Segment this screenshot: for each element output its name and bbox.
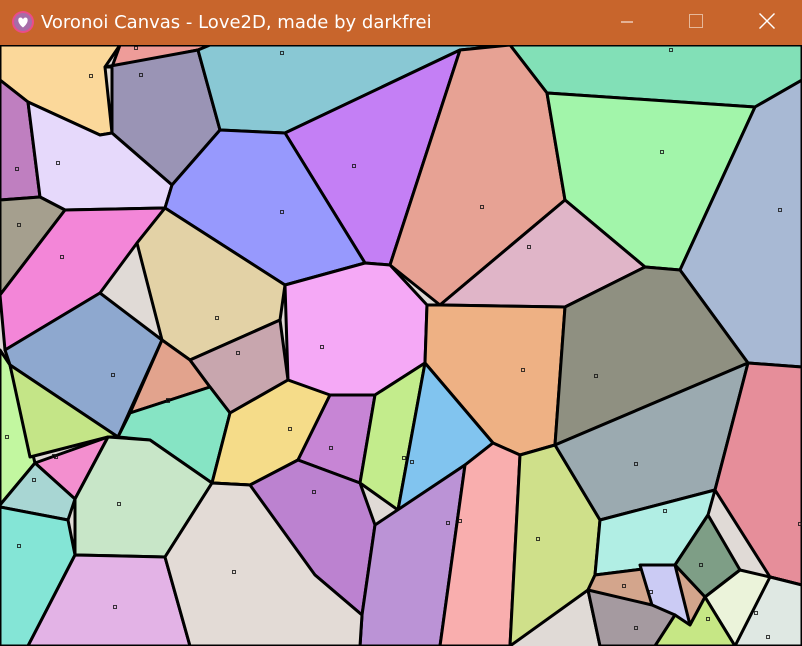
title-bar[interactable]: Voronoi Canvas - Love2D, made by darkfre… xyxy=(0,0,802,45)
app-window: Voronoi Canvas - Love2D, made by darkfre… xyxy=(0,0,802,646)
voronoi-diagram[interactable] xyxy=(0,45,802,646)
love-heart-icon xyxy=(12,11,34,33)
close-button[interactable] xyxy=(744,0,790,45)
maximize-icon xyxy=(689,13,703,32)
voronoi-canvas[interactable] xyxy=(0,45,802,646)
window-title: Voronoi Canvas - Love2D, made by darkfre… xyxy=(41,12,432,33)
minimize-icon xyxy=(621,13,633,32)
minimize-button[interactable] xyxy=(604,0,650,45)
maximize-button[interactable] xyxy=(673,0,719,45)
close-icon xyxy=(759,12,775,33)
